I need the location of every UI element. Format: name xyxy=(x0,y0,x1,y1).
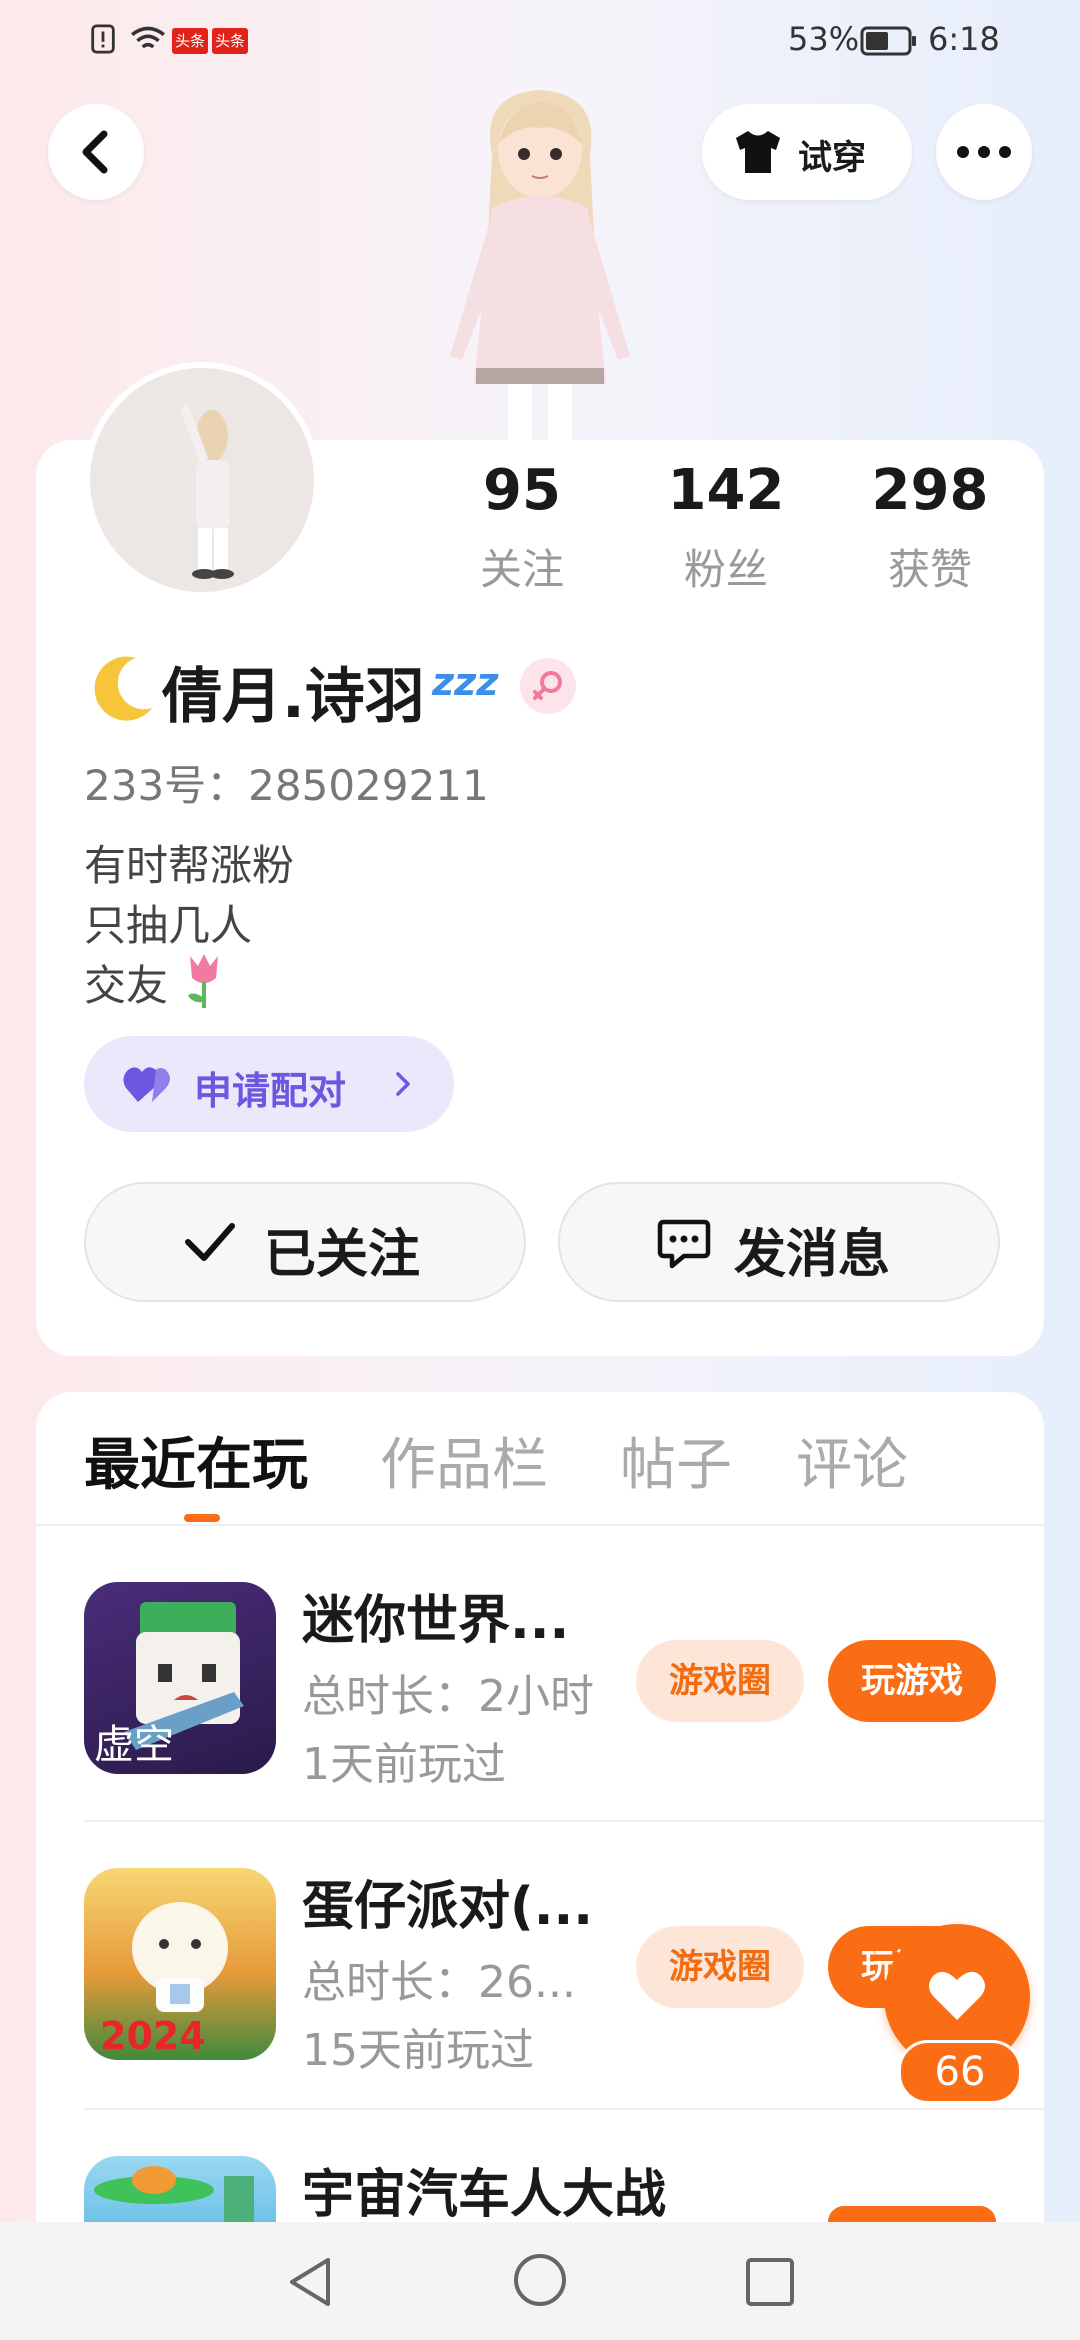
heart-icon xyxy=(929,1971,985,2020)
heart-pair-icon xyxy=(123,1067,170,1102)
battery-percent: 53% xyxy=(788,20,860,58)
game-duration: 总时长：2小时 xyxy=(302,1671,594,1722)
chevron-left-icon xyxy=(82,130,108,174)
game-last-played: 1天前玩过 xyxy=(302,1739,506,1790)
more-button[interactable] xyxy=(936,104,1032,200)
bio-line: 只抽几人 xyxy=(84,901,253,950)
nav-home-icon[interactable] xyxy=(510,2250,570,2310)
pair-request-label: 申请配对 xyxy=(194,1069,347,1113)
tab-works[interactable]: 作品栏 xyxy=(380,1420,548,1501)
clock: 6:18 xyxy=(928,20,1000,58)
try-on-label: 试穿 xyxy=(798,138,866,178)
profile-name: 倩月.诗羽 xyxy=(162,662,425,732)
followed-button[interactable]: 已关注 xyxy=(84,1182,526,1302)
mini-world-icon: 虚空 xyxy=(94,1602,244,1768)
like-count-badge: 66 xyxy=(898,2040,1022,2104)
bio-line: 有时帮涨粉 xyxy=(84,841,295,890)
gender-female-icon xyxy=(520,658,576,714)
nav-back-icon[interactable] xyxy=(280,2252,340,2312)
avatar[interactable] xyxy=(84,362,320,598)
tab-active-indicator xyxy=(184,1514,220,1522)
status-bar: 头条 头条 53% 6:18 xyxy=(0,0,1080,84)
back-button[interactable] xyxy=(48,104,144,200)
nav-recents-icon[interactable] xyxy=(740,2252,800,2312)
ufo-icon xyxy=(94,2166,254,2222)
avatar-character-figure xyxy=(450,90,630,440)
tab-posts[interactable]: 帖子 xyxy=(620,1420,732,1501)
chat-bubble-icon xyxy=(657,1219,711,1269)
system-navigation-bar xyxy=(0,2222,1080,2340)
game-duration: 总时长：26... xyxy=(302,1957,576,2008)
game-icon[interactable]: 2024 xyxy=(84,1868,276,2060)
tulip-icon xyxy=(188,954,218,1008)
more-dots-icon xyxy=(957,146,1011,158)
avatar-figure xyxy=(180,404,234,579)
likes-label[interactable]: 获赞 xyxy=(830,536,1030,597)
game-last-played: 15天前玩过 xyxy=(302,2025,534,2076)
followers-count[interactable]: 142 xyxy=(626,458,826,523)
followed-label: 已关注 xyxy=(264,1225,421,1285)
tab-recently-played[interactable]: 最近在玩 xyxy=(84,1420,308,1501)
send-message-label: 发消息 xyxy=(734,1225,891,1285)
tabs-divider xyxy=(36,1524,1044,1526)
game-icon[interactable]: 虚空 xyxy=(84,1582,276,1774)
following-label[interactable]: 关注 xyxy=(422,536,622,597)
followers-label[interactable]: 粉丝 xyxy=(626,536,826,597)
shirt-icon xyxy=(736,131,780,173)
checkmark-icon xyxy=(185,1223,235,1261)
bio-line: 交友 xyxy=(84,961,169,1010)
send-message-button[interactable]: 发消息 xyxy=(558,1182,1000,1302)
list-divider xyxy=(84,1820,1044,1822)
game-icon[interactable] xyxy=(84,2156,276,2222)
game-circle-button[interactable]: 游戏圈 xyxy=(636,1926,804,2008)
battery-icon xyxy=(860,26,916,56)
wifi-icon xyxy=(131,26,165,49)
pair-request-button[interactable]: 申请配对 xyxy=(84,1036,454,1132)
play-game-button[interactable]: 玩游戏 xyxy=(828,1640,996,1722)
moon-icon xyxy=(94,656,152,721)
app-badge: 头条 xyxy=(172,28,208,54)
game-circle-button[interactable]: 游戏圈 xyxy=(636,1640,804,1722)
chevron-right-icon xyxy=(396,1072,410,1096)
user-id[interactable]: 233号：285029211 xyxy=(84,752,489,813)
game-title[interactable]: 迷你世界... xyxy=(302,1578,569,1653)
game-title[interactable]: 蛋仔派对(... xyxy=(302,1864,593,1939)
notification-alert-icon xyxy=(91,24,115,54)
svg-text:虚空: 虚空 xyxy=(94,1722,174,1768)
list-divider xyxy=(84,2108,1044,2110)
play-game-button[interactable] xyxy=(828,2206,996,2222)
game-title[interactable]: 宇宙汽车人大战 xyxy=(302,2152,666,2227)
tab-comments[interactable]: 评论 xyxy=(796,1420,908,1501)
sleeping-zzz-icon: zzz xyxy=(432,660,499,704)
following-count[interactable]: 95 xyxy=(422,458,622,523)
try-on-button[interactable]: 试穿 xyxy=(702,104,912,200)
app-badge: 头条 xyxy=(212,28,248,54)
avatar-image xyxy=(90,368,314,592)
game-icon-year: 2024 xyxy=(100,2014,206,2058)
likes-count[interactable]: 298 xyxy=(830,458,1030,523)
